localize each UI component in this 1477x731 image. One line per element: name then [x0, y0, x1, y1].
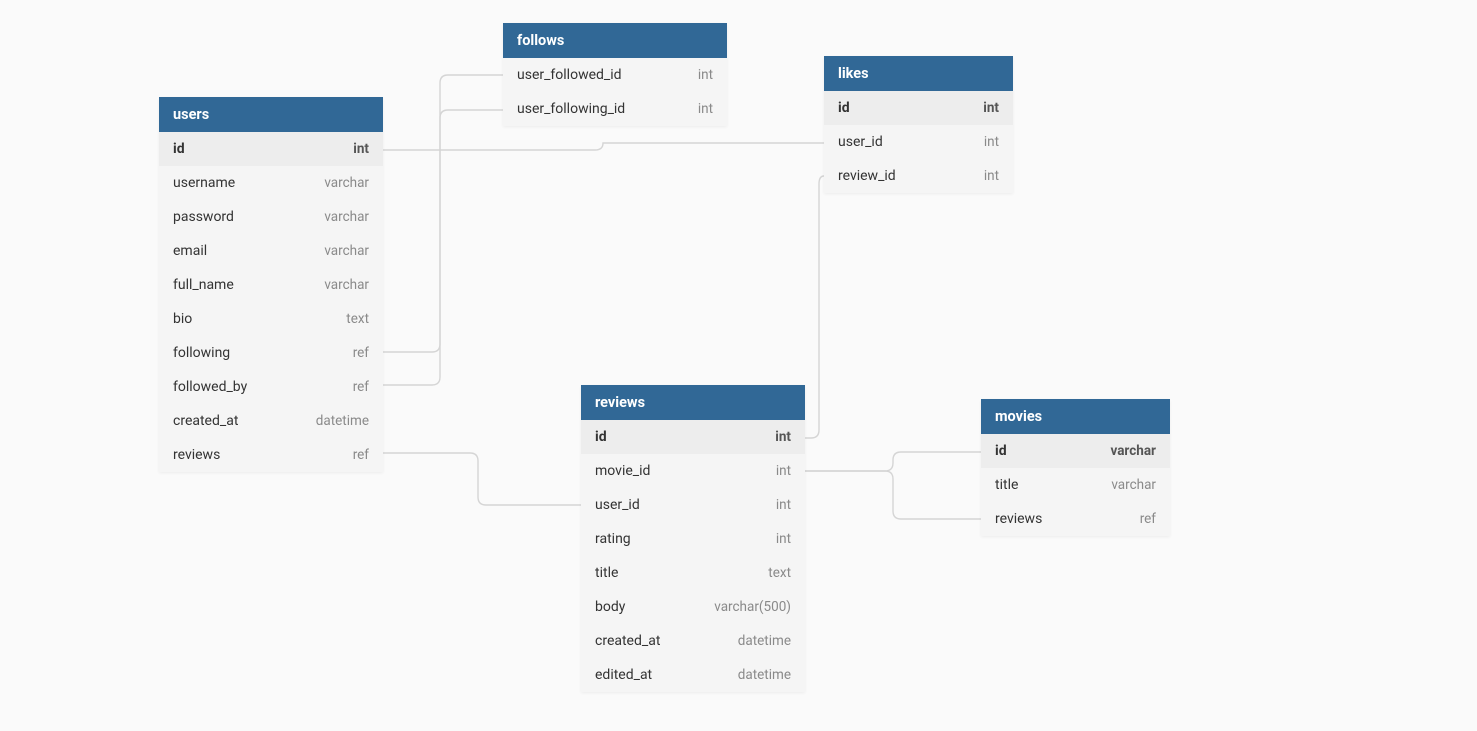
- column-type: int: [698, 101, 713, 117]
- column-name: id: [995, 443, 1007, 459]
- column-name: username: [173, 175, 235, 191]
- column-name: created_at: [595, 633, 660, 649]
- column-type: varchar: [1110, 443, 1156, 459]
- table-movies[interactable]: movies id varchar title varchar reviews ref: [981, 399, 1170, 536]
- column-type: varchar: [324, 175, 369, 191]
- column-row[interactable]: id varchar: [981, 434, 1170, 468]
- table-header-movies[interactable]: movies: [981, 399, 1170, 434]
- column-type: ref: [353, 379, 369, 395]
- column-name: user_id: [595, 497, 640, 513]
- column-type: varchar: [324, 277, 369, 293]
- table-follows[interactable]: followsuser_followed_idintuser_following…: [503, 23, 727, 126]
- column-row[interactable]: username varchar: [159, 166, 383, 200]
- column-type: datetime: [316, 413, 369, 429]
- column-row[interactable]: reviews ref: [159, 438, 383, 472]
- column-name: rating: [595, 531, 631, 547]
- table-header-reviews[interactable]: reviews: [581, 385, 805, 420]
- table-header-likes[interactable]: likes: [824, 56, 1013, 91]
- column-row[interactable]: following ref: [159, 336, 383, 370]
- column-row[interactable]: user_id int: [581, 488, 805, 522]
- column-name: user_following_id: [517, 101, 625, 117]
- column-row[interactable]: review_id int: [824, 159, 1013, 193]
- column-row[interactable]: reviews ref: [981, 502, 1170, 536]
- column-type: int: [776, 463, 791, 479]
- column-row[interactable]: password varchar: [159, 200, 383, 234]
- column-type: varchar: [324, 243, 369, 259]
- column-type: ref: [1140, 511, 1156, 527]
- column-name: email: [173, 243, 207, 259]
- column-name: user_id: [838, 134, 883, 150]
- column-name: body: [595, 599, 625, 615]
- column-type: int: [775, 429, 791, 445]
- column-name: id: [838, 100, 850, 116]
- column-type: int: [984, 134, 999, 150]
- column-row[interactable]: id int: [824, 91, 1013, 125]
- column-row[interactable]: followed_by ref: [159, 370, 383, 404]
- table-reviews[interactable]: reviewsidintmovie_idintuser_idintratingi…: [581, 385, 805, 692]
- column-row[interactable]: user_followed_id int: [503, 58, 727, 92]
- column-name: title: [595, 565, 618, 581]
- table-likes[interactable]: likesidintuser_idintreview_idint: [824, 56, 1013, 193]
- column-row[interactable]: user_following_id int: [503, 92, 727, 126]
- column-type: int: [776, 497, 791, 513]
- column-name: id: [173, 141, 185, 157]
- column-row[interactable]: rating int: [581, 522, 805, 556]
- column-row[interactable]: edited_at datetime: [581, 658, 805, 692]
- column-name: movie_id: [595, 463, 650, 479]
- column-row[interactable]: title varchar: [981, 468, 1170, 502]
- column-name: id: [595, 429, 607, 445]
- column-name: following: [173, 345, 230, 361]
- table-users[interactable]: users id int username varchar password varchar…: [159, 97, 383, 472]
- column-type: varchar: [324, 209, 369, 225]
- column-row[interactable]: id int: [159, 132, 383, 166]
- column-name: title: [995, 477, 1018, 493]
- column-type: datetime: [738, 667, 791, 683]
- column-name: full_name: [173, 277, 234, 293]
- column-name: followed_by: [173, 379, 247, 395]
- column-name: password: [173, 209, 234, 225]
- column-name: edited_at: [595, 667, 652, 683]
- column-row[interactable]: title text: [581, 556, 805, 590]
- column-row[interactable]: full_name varchar: [159, 268, 383, 302]
- column-name: reviews: [173, 447, 220, 463]
- column-name: bio: [173, 311, 192, 327]
- column-name: reviews: [995, 511, 1042, 527]
- column-name: created_at: [173, 413, 238, 429]
- column-type: int: [776, 531, 791, 547]
- table-header-users[interactable]: users: [159, 97, 383, 132]
- table-header-follows[interactable]: follows: [503, 23, 727, 58]
- column-name: review_id: [838, 168, 896, 184]
- column-type: datetime: [738, 633, 791, 649]
- column-type: int: [983, 100, 999, 116]
- column-type: int: [698, 67, 713, 83]
- column-type: ref: [353, 345, 369, 361]
- column-row[interactable]: email varchar: [159, 234, 383, 268]
- column-type: varchar(500): [714, 599, 791, 615]
- column-row[interactable]: id int: [581, 420, 805, 454]
- column-row[interactable]: created_at datetime: [159, 404, 383, 438]
- column-type: int: [353, 141, 369, 157]
- column-row[interactable]: movie_id int: [581, 454, 805, 488]
- column-type: ref: [353, 447, 369, 463]
- column-row[interactable]: body varchar(500): [581, 590, 805, 624]
- column-type: varchar: [1111, 477, 1156, 493]
- column-row[interactable]: bio text: [159, 302, 383, 336]
- column-type: int: [984, 168, 999, 184]
- column-type: text: [768, 565, 791, 581]
- column-type: text: [346, 311, 369, 327]
- column-row[interactable]: user_id int: [824, 125, 1013, 159]
- column-row[interactable]: created_at datetime: [581, 624, 805, 658]
- column-name: user_followed_id: [517, 67, 622, 83]
